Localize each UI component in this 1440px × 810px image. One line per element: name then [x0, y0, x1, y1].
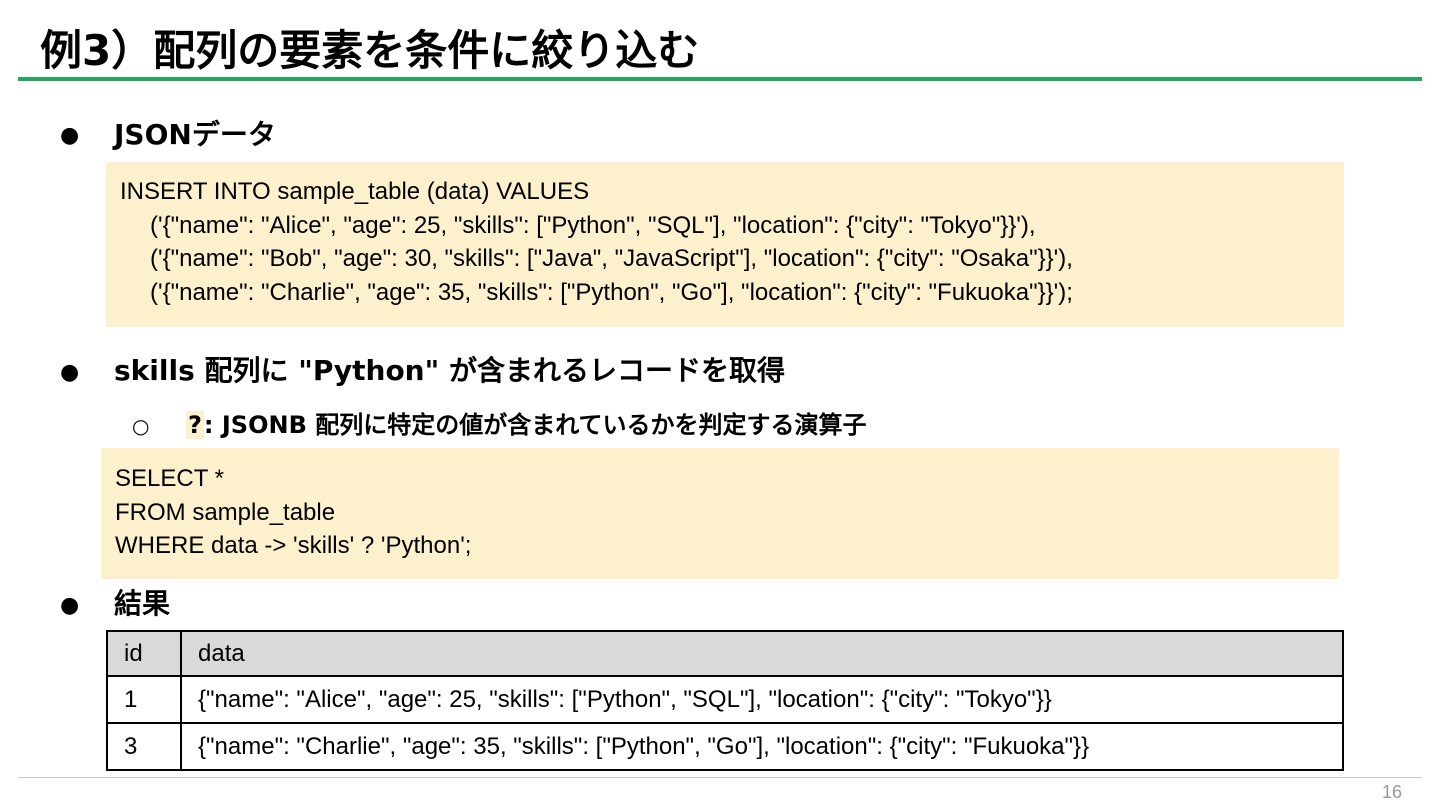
footer-divider — [18, 777, 1422, 778]
table-cell-data: {"name": "Alice", "age": 25, "skills": [… — [180, 675, 1344, 724]
code-line: ('{"name": "Bob", "age": 30, "skills": [… — [150, 245, 1073, 272]
select-code-block: SELECT * FROM sample_table WHERE data ->… — [101, 448, 1339, 579]
heading-json-data: JSONデータ — [114, 118, 276, 151]
bullet-result: ● — [60, 593, 80, 618]
slide-title: 例3）配列の要素を条件に絞り込む — [40, 26, 700, 75]
title-underline — [18, 77, 1422, 81]
table-row: 3 {"name": "Charlie", "age": 35, "skills… — [106, 722, 1344, 771]
code-line: FROM sample_table — [115, 498, 336, 526]
table-cell-data: {"name": "Charlie", "age": 35, "skills":… — [180, 722, 1344, 771]
column-header-data: data — [180, 630, 1344, 677]
sub-bullet-operator: ○ — [132, 414, 150, 438]
table-row: 1 {"name": "Alice", "age": 25, "skills":… — [106, 675, 1344, 724]
result-table: id data 1 {"name": "Alice", "age": 25, "… — [106, 630, 1344, 771]
heading-result: 結果 — [114, 587, 171, 620]
code-line: ('{"name": "Alice", "age": 25, "skills":… — [150, 211, 1036, 239]
table-header-row: id data — [106, 630, 1344, 677]
code-line: ('{"name": "Charlie", "age": 35, "skills… — [150, 278, 1073, 306]
heading-query: skills 配列に "Python" が含まれるレコードを取得 — [114, 354, 785, 387]
bullet-query: ● — [60, 360, 80, 385]
table-cell-id: 3 — [106, 722, 182, 771]
operator-desc-text: : JSONB 配列に特定の値が含まれているかを判定する演算子 — [203, 411, 867, 439]
operator-description: ?: JSONB 配列に特定の値が含まれているかを判定する演算子 — [186, 409, 867, 441]
column-header-id: id — [106, 630, 182, 677]
code-line: WHERE data -> 'skills' ? 'Python'; — [115, 532, 472, 559]
insert-code-block: INSERT INTO sample_table (data) VALUES (… — [106, 162, 1344, 327]
code-line: INSERT INTO sample_table (data) VALUES — [120, 178, 590, 205]
table-cell-id: 1 — [106, 675, 182, 724]
bullet-json-data: ● — [60, 123, 80, 148]
code-line: SELECT * — [115, 465, 224, 492]
operator-symbol: ? — [186, 411, 204, 439]
page-number: 16 — [1381, 782, 1402, 802]
